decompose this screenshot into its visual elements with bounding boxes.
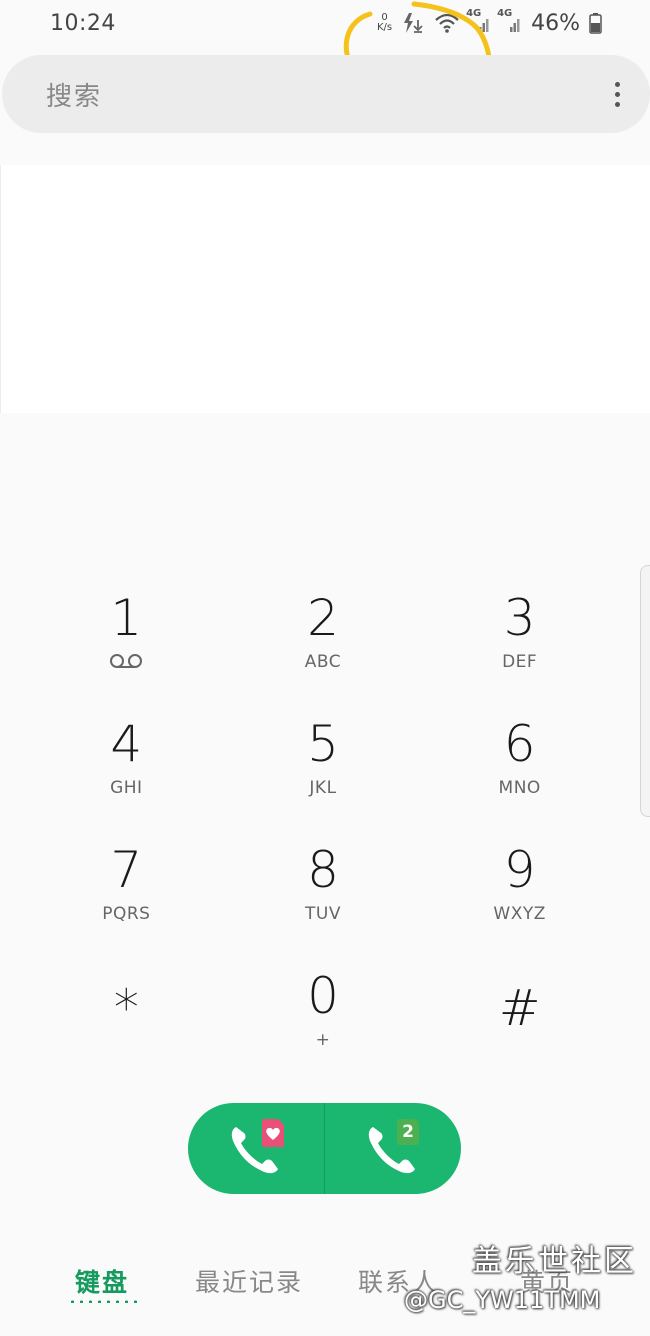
- key-digit: 9: [503, 841, 536, 899]
- key-digit: *: [113, 979, 139, 1037]
- key-hash[interactable]: #: [421, 948, 618, 1074]
- sim1-signal: 4G: [466, 8, 491, 34]
- call-buttons: 2: [188, 1103, 461, 1194]
- net-speed: 0 K/s: [377, 13, 392, 33]
- key-digit: 5: [307, 715, 339, 773]
- key-digit: 2: [307, 589, 339, 647]
- key-digit: 0: [307, 967, 339, 1025]
- key-letters: TUV: [305, 904, 341, 924]
- number-display: [0, 165, 650, 413]
- key-digit: 3: [503, 589, 536, 647]
- voicemail-icon: [109, 652, 143, 674]
- tab-recents[interactable]: 最近记录: [195, 1263, 303, 1299]
- more-dot: [615, 91, 620, 97]
- heart-sim-icon: [262, 1119, 284, 1147]
- key-digit: 6: [503, 715, 536, 773]
- more-dot: [615, 81, 620, 87]
- key-6[interactable]: 6 MNO: [421, 696, 618, 822]
- status-icons: 0 K/s 4G 4G 46%: [377, 8, 602, 36]
- key-0[interactable]: 0 +: [225, 948, 422, 1074]
- key-letters: GHI: [110, 778, 143, 798]
- key-letters: MNO: [498, 778, 541, 798]
- key-letters: DEF: [502, 652, 538, 672]
- power-saving-icon: [401, 12, 425, 34]
- sim-2-label: 2: [402, 1122, 414, 1142]
- tab-active-indicator: [68, 1300, 138, 1303]
- key-digit: 8: [307, 841, 339, 899]
- key-7[interactable]: 7 PQRS: [28, 822, 225, 948]
- key-letters: +: [315, 1030, 331, 1050]
- key-1[interactable]: 1: [28, 570, 225, 696]
- net-speed-unit: K/s: [376, 22, 393, 33]
- status-time: 10:24: [50, 10, 116, 36]
- key-4[interactable]: 4 GHI: [28, 696, 225, 822]
- call-sim1-button[interactable]: [188, 1103, 324, 1194]
- key-digit: 1: [110, 589, 143, 647]
- key-letters: PQRS: [102, 904, 151, 924]
- battery-percent: 46%: [531, 10, 580, 36]
- key-star[interactable]: *: [28, 948, 225, 1074]
- key-5[interactable]: 5 JKL: [225, 696, 422, 822]
- key-letters: JKL: [309, 778, 337, 798]
- call-sim2-button[interactable]: 2: [325, 1103, 461, 1194]
- key-digit: 4: [110, 715, 143, 773]
- watermark-title: 盖乐世社区: [472, 1244, 637, 1279]
- sim2-network-type: 4G: [497, 8, 513, 19]
- sim2-signal: 4G: [497, 8, 522, 34]
- edge-panel-handle[interactable]: [640, 565, 650, 817]
- dial-keypad: 1 2 ABC 3 DEF 4 GHI 5 JKL 6 MNO 7 PQRS 8…: [28, 570, 618, 1074]
- key-digit: 7: [110, 841, 143, 899]
- more-dot: [615, 101, 620, 107]
- key-2[interactable]: 2 ABC: [225, 570, 422, 696]
- key-9[interactable]: 9 WXYZ: [421, 822, 618, 948]
- watermark-handle: @GC_YW11TMM: [404, 1286, 601, 1314]
- key-letters: ABC: [304, 652, 342, 672]
- search-input[interactable]: 搜索: [46, 76, 615, 113]
- tab-keypad[interactable]: 键盘: [75, 1263, 129, 1299]
- search-bar[interactable]: 搜索: [2, 55, 650, 133]
- key-letters: WXYZ: [493, 904, 546, 924]
- sim-2-icon: 2: [397, 1119, 419, 1145]
- more-vert-icon[interactable]: [615, 81, 620, 107]
- key-digit: #: [498, 979, 541, 1037]
- key-3[interactable]: 3 DEF: [421, 570, 618, 696]
- battery-icon: [589, 12, 602, 34]
- sim1-network-type: 4G: [466, 8, 482, 19]
- wifi-icon: [434, 12, 460, 34]
- key-8[interactable]: 8 TUV: [225, 822, 422, 948]
- status-bar: 10:24 0 K/s 4G 4G 46%: [0, 0, 650, 46]
